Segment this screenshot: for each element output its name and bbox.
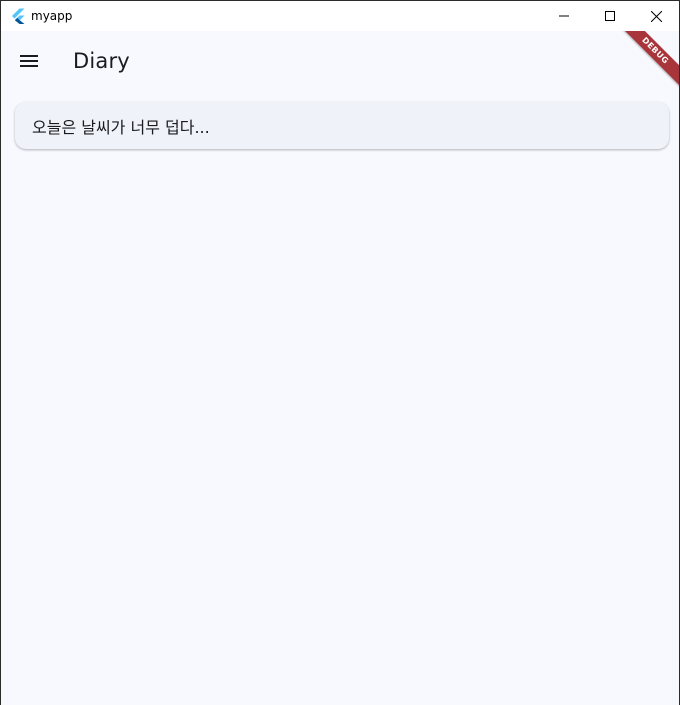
- window-title: myapp: [31, 9, 73, 23]
- minimize-button[interactable]: [541, 1, 587, 31]
- app-bar: Diary: [1, 31, 679, 91]
- diary-entry-card[interactable]: 오늘은 날씨가 너무 덥다...: [15, 102, 669, 149]
- diary-entry-text: 오늘은 날씨가 너무 덥다...: [32, 117, 210, 137]
- maximize-button[interactable]: [587, 1, 633, 31]
- flutter-logo-icon: [10, 8, 26, 24]
- diary-list: 오늘은 날씨가 너무 덥다...: [1, 91, 679, 705]
- maximize-icon: [605, 11, 615, 21]
- page-title: Diary: [73, 49, 130, 73]
- close-icon: [650, 10, 662, 22]
- window-controls: [541, 1, 679, 31]
- close-button[interactable]: [633, 1, 679, 31]
- app-window: myapp Diary DEBUG 오늘은 날씨가 너무 덥다...: [0, 0, 680, 705]
- menu-button[interactable]: [15, 47, 43, 75]
- minimize-icon: [559, 15, 569, 17]
- window-titlebar[interactable]: myapp: [1, 1, 679, 31]
- hamburger-menu-icon: [20, 55, 38, 67]
